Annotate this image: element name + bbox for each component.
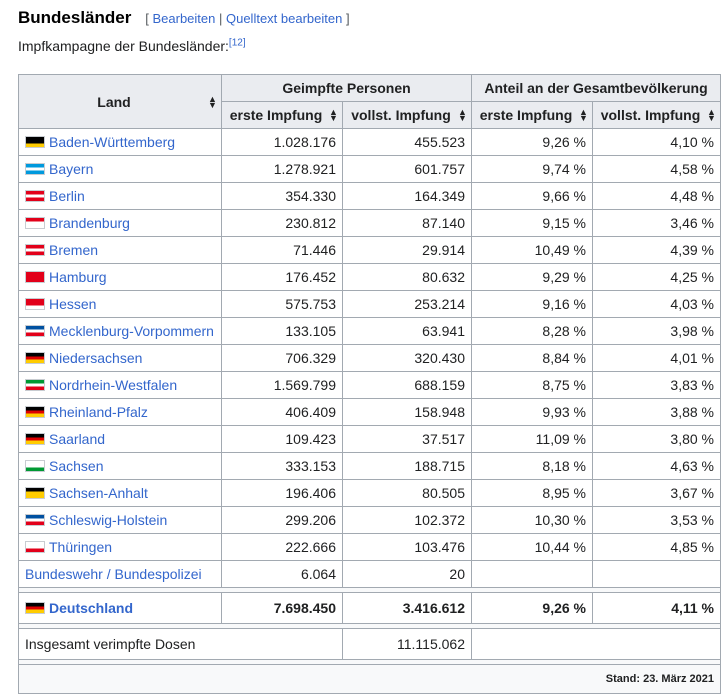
header-geimpfte-personen: Geimpfte Personen xyxy=(221,74,472,102)
land-link[interactable]: Rheinland-Pfalz xyxy=(49,404,148,420)
edit-links: [ Bearbeiten | Quelltext bearbeiten ] xyxy=(145,11,350,26)
deutschland-link[interactable]: Deutschland xyxy=(49,600,133,616)
land-link[interactable]: Thüringen xyxy=(49,539,112,555)
flag-baden-wuerttemberg-icon xyxy=(25,136,45,149)
land-link[interactable]: Bayern xyxy=(49,161,93,177)
table-row: Saarland 109.423 37.517 11,09 % 3,80 % xyxy=(18,425,722,453)
table-row: Bayern 1.278.921 601.757 9,74 % 4,58 % xyxy=(18,155,722,183)
land-link[interactable]: Mecklenburg-Vorpommern xyxy=(49,323,214,339)
flag-brandenburg-icon xyxy=(25,217,45,230)
source-edit-link[interactable]: Quelltext bearbeiten xyxy=(226,11,342,26)
federal-link[interactable]: Bundeswehr / Bundespolizei xyxy=(25,566,202,582)
table-row: Rheinland-Pfalz 406.409 158.948 9,93 % 3,88 … xyxy=(18,398,722,426)
flag-niedersachsen-icon xyxy=(25,352,45,365)
table-row-total: Deutschland 7.698.450 3.416.612 9,26 % 4… xyxy=(18,592,722,624)
sort-icon: ▲ ▼ xyxy=(707,107,716,123)
flag-saarland-icon xyxy=(25,433,45,446)
land-link[interactable]: Hessen xyxy=(49,296,96,312)
header-anteil: Anteil an der Gesamtbevölkerung xyxy=(470,74,722,102)
table-row: Niedersachsen 706.329 320.430 8,84 % 4,01 % xyxy=(18,344,722,372)
table-row-stand: Stand: 23. März 2021 xyxy=(17,664,722,694)
sort-icon: ▲ ▼ xyxy=(458,107,467,123)
land-link[interactable]: Sachsen xyxy=(49,458,103,474)
sort-icon: ▲ ▼ xyxy=(208,93,217,110)
flag-mecklenburg-vorpommern-icon xyxy=(25,325,45,338)
land-link[interactable]: Berlin xyxy=(49,188,85,204)
header-land[interactable]: Land ▲ ▼ xyxy=(18,74,222,129)
table-row: Mecklenburg-Vorpommern 133.105 63.941 8,28 … xyxy=(18,317,722,345)
sort-icon: ▲ ▼ xyxy=(329,107,338,123)
flag-thueringen-icon xyxy=(25,541,45,554)
table-row: Hessen 575.753 253.214 9,16 % 4,03 % xyxy=(18,290,722,318)
table-row: Thüringen 222.666 103.476 10,44 % 4,85 % xyxy=(18,533,722,561)
land-link[interactable]: Hamburg xyxy=(49,269,107,285)
header-vollst-impfung[interactable]: vollst. Impfung ▲ ▼ xyxy=(342,101,472,129)
flag-schleswig-holstein-icon xyxy=(25,514,45,527)
flag-bremen-icon xyxy=(25,244,45,257)
table-row-doses: Insgesamt verimpfte Dosen 11.115.062 xyxy=(18,628,722,660)
vaccination-table: Land ▲ ▼ Geimpfte Personen Anteil an der … xyxy=(17,74,722,694)
header-anteil-erste[interactable]: erste Impfung ▲ ▼ xyxy=(471,101,593,129)
table-row-federal: Bundeswehr / Bundespolizei 6.064 20 xyxy=(18,560,722,588)
land-link[interactable]: Niedersachsen xyxy=(49,350,142,366)
flag-deutschland-icon xyxy=(25,602,45,615)
flag-rheinland-pfalz-icon xyxy=(25,406,45,419)
intro-text: Impfkampagne der Bundesländer:[12] xyxy=(18,37,246,54)
reference-link[interactable]: [12] xyxy=(229,37,246,48)
header-anteil-vollst[interactable]: vollst. Impfung ▲ ▼ xyxy=(591,101,722,129)
table-row: Schleswig-Holstein 299.206 102.372 10,30 % 3… xyxy=(18,506,722,534)
table-row: Sachsen-Anhalt 196.406 80.505 8,95 % 3,67 % xyxy=(18,479,722,507)
section-heading: Bundesländer [ Bearbeiten | Quelltext be… xyxy=(18,8,350,30)
land-link[interactable]: Baden-Württemberg xyxy=(49,134,175,150)
table-row: Berlin 354.330 164.349 9,66 % 4,48 % xyxy=(18,182,722,210)
table-row: Brandenburg 230.812 87.140 9,15 % 3,46 % xyxy=(18,209,722,237)
land-link[interactable]: Nordrhein-Westfalen xyxy=(49,377,177,393)
flag-hessen-icon xyxy=(25,298,45,311)
land-link[interactable]: Brandenburg xyxy=(49,215,130,231)
table-row: Hamburg 176.452 80.632 9,29 % 4,25 % xyxy=(18,263,722,291)
flag-hamburg-icon xyxy=(25,271,45,284)
stand-text: Stand: 23. März 2021 xyxy=(17,664,722,694)
flag-bayern-icon xyxy=(25,163,45,176)
flag-nordrhein-westfalen-icon xyxy=(25,379,45,392)
flag-sachsen-anhalt-icon xyxy=(25,487,45,500)
table-row: Nordrhein-Westfalen 1.569.799 688.159 8,75 … xyxy=(18,371,722,399)
sort-icon: ▲ ▼ xyxy=(579,107,588,123)
land-link[interactable]: Saarland xyxy=(49,431,105,447)
land-link[interactable]: Bremen xyxy=(49,242,98,258)
table-row: Bremen 71.446 29.914 10,49 % 4,39 % xyxy=(18,236,722,264)
flag-berlin-icon xyxy=(25,190,45,203)
section-title: Bundesländer xyxy=(18,8,132,27)
flag-sachsen-icon xyxy=(25,460,45,473)
header-erste-impfung[interactable]: erste Impfung ▲ ▼ xyxy=(221,101,343,129)
table-row: Baden-Württemberg 1.028.176 455.523 9,26 % 4… xyxy=(18,128,722,156)
table-row: Sachsen 333.153 188.715 8,18 % 4,63 % xyxy=(18,452,722,480)
land-link[interactable]: Sachsen-Anhalt xyxy=(49,485,148,501)
edit-link[interactable]: Bearbeiten xyxy=(152,11,215,26)
land-link[interactable]: Schleswig-Holstein xyxy=(49,512,167,528)
